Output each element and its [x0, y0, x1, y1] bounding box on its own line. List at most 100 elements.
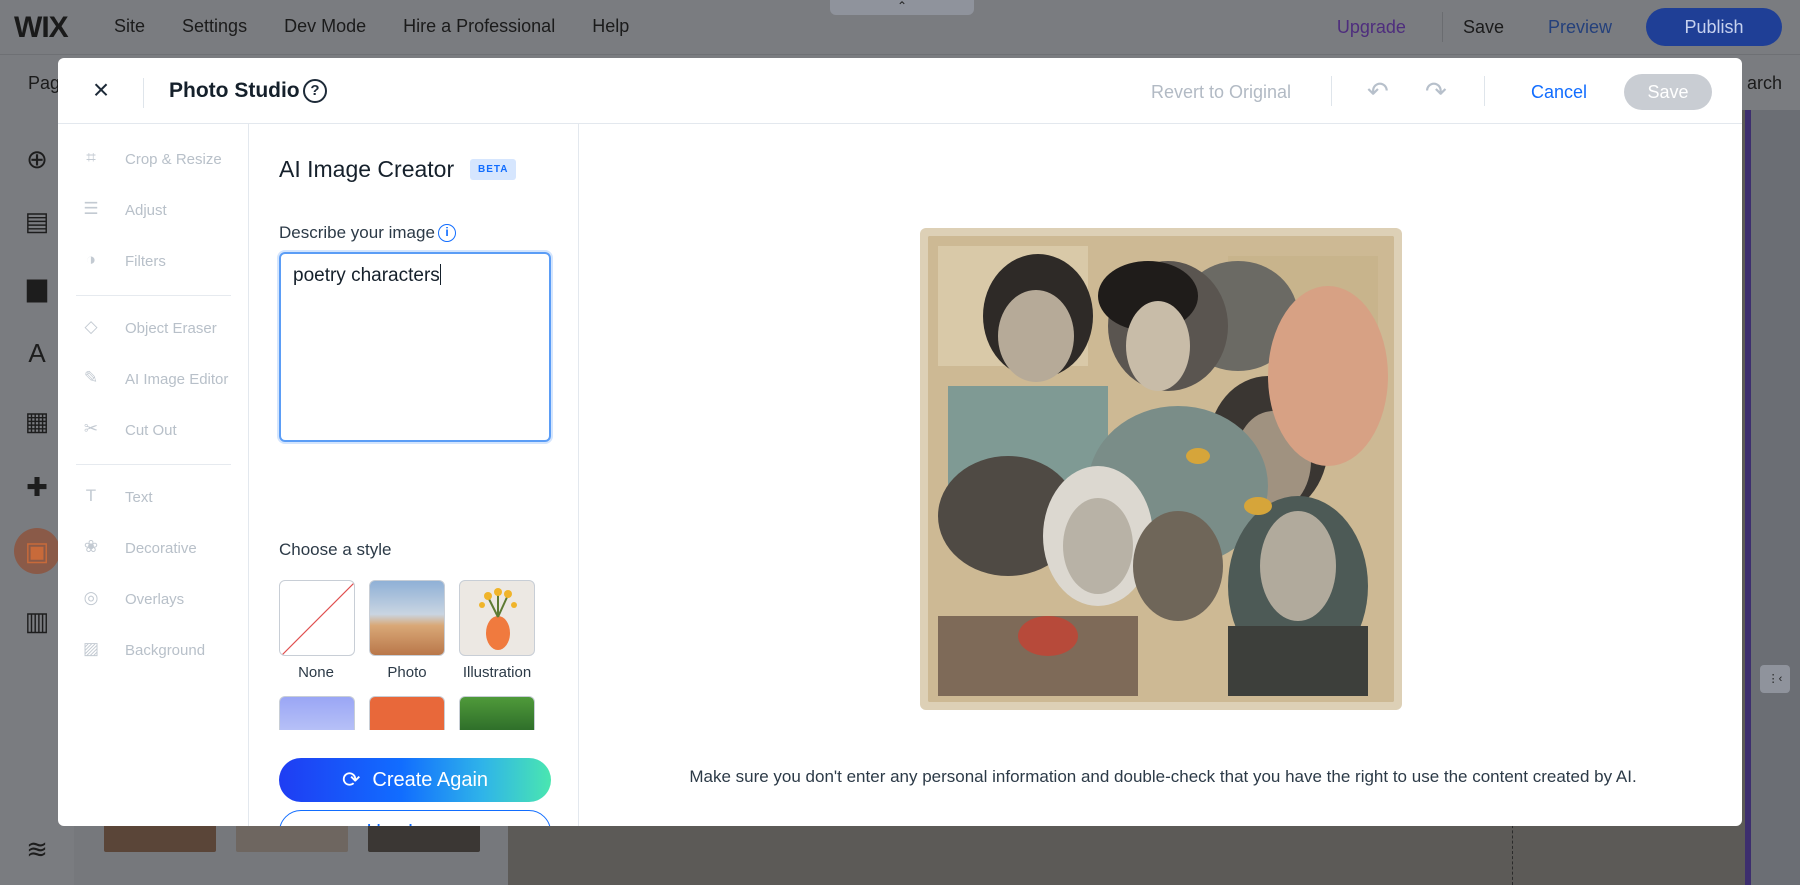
divider: [1484, 76, 1485, 106]
tool-label: Overlays: [125, 590, 185, 608]
decorative-icon: ❀: [83, 537, 99, 556]
add-elements-icon[interactable]: ⊕: [18, 140, 56, 178]
tool-label: Object Eraser: [125, 319, 217, 337]
info-icon[interactable]: i: [438, 224, 456, 242]
panel-title: AI Image Creator: [279, 156, 455, 182]
style-vector-card[interactable]: [369, 696, 445, 730]
style-name: Photo: [387, 664, 427, 681]
close-icon[interactable]: ×: [86, 76, 116, 106]
describe-label: Describe your image: [279, 223, 435, 242]
style-label: Choose a style: [279, 540, 392, 559]
tool-label: Adjust: [125, 201, 167, 219]
tool-label: Text: [125, 488, 153, 506]
tool-filters[interactable]: ◑ Filters: [80, 249, 166, 273]
canvas-edge: [1745, 110, 1751, 885]
use-image-button[interactable]: Use Image: [279, 810, 551, 826]
guide-line: [1512, 820, 1513, 885]
editor-top-bar: WIX Site Settings Dev Mode Hire a Profes…: [0, 0, 1800, 54]
pages-icon[interactable]: ▆: [18, 268, 56, 306]
tool-adjust[interactable]: ☰ Adjust: [80, 198, 167, 222]
wix-logo[interactable]: WIX: [14, 11, 69, 45]
media-icon[interactable]: ▣: [14, 528, 60, 574]
divider: [76, 464, 231, 465]
modal-header: × Photo Studio ? Revert to Original ↶ ↷ …: [58, 58, 1742, 124]
overlays-icon: ◎: [83, 588, 99, 607]
tool-background[interactable]: ▨ Background: [80, 638, 205, 662]
tool-object-eraser[interactable]: ◇ Object Eraser: [80, 316, 217, 340]
style-name: None: [298, 664, 334, 681]
scissors-icon: ✂: [83, 419, 99, 438]
theme-icon[interactable]: A: [18, 334, 56, 372]
modal-title: Photo Studio: [169, 79, 300, 102]
eraser-icon: ◇: [84, 317, 98, 336]
undo-icon[interactable]: ↶: [1367, 76, 1389, 107]
generated-image[interactable]: [928, 236, 1394, 702]
cancel-button[interactable]: Cancel: [1531, 82, 1587, 103]
editor-save-button[interactable]: Save: [1463, 17, 1504, 38]
divider: [1331, 76, 1332, 106]
crop-icon: ⌗: [86, 148, 96, 167]
style-name: Illustration: [462, 664, 532, 681]
tool-ai-image-editor[interactable]: ✎ AI Image Editor: [80, 367, 229, 391]
flower-vase-icon: [479, 588, 517, 650]
save-button[interactable]: Save: [1624, 74, 1712, 110]
layers-icon[interactable]: ≋: [18, 830, 56, 868]
tool-overlays[interactable]: ◎ Overlays: [80, 587, 185, 611]
tool-label: AI Image Editor: [125, 370, 229, 388]
tool-label: Background: [125, 641, 206, 659]
tools-sidebar: ⌗ Crop & Resize ☰ Adjust ◑ Filters ◇ Object …: [58, 124, 249, 826]
sections-icon[interactable]: ▤: [18, 202, 56, 240]
tool-label: Cut Out: [125, 421, 177, 439]
search-menu[interactable]: arch: [1747, 73, 1782, 94]
create-again-label: Create Again: [372, 768, 489, 791]
canvas-side-handle[interactable]: ⋮‹: [1760, 665, 1790, 693]
prompt-textarea[interactable]: poetry characters: [279, 252, 551, 442]
tool-label: Filters: [125, 252, 166, 270]
sliders-icon: ☰: [83, 199, 99, 218]
redo-icon[interactable]: ↷: [1425, 76, 1447, 107]
tool-crop-resize[interactable]: ⌗ Crop & Resize: [80, 147, 222, 171]
nav-site[interactable]: Site: [114, 16, 145, 37]
nav-hire-professional[interactable]: Hire a Professional: [403, 16, 555, 37]
ai-image-creator-panel: AI Image Creator BETA Describe your imag…: [249, 124, 579, 826]
cms-icon[interactable]: ▥: [18, 602, 56, 640]
help-icon[interactable]: ?: [303, 79, 327, 103]
background-icon: ▨: [82, 639, 100, 658]
tool-decorative[interactable]: ❀ Decorative: [80, 536, 197, 560]
text-icon: T: [85, 486, 97, 505]
nav-dev-mode[interactable]: Dev Mode: [284, 16, 366, 37]
tool-cut-out[interactable]: ✂ Cut Out: [80, 418, 177, 442]
photo-studio-modal: × Photo Studio ? Revert to Original ↶ ↷ …: [58, 58, 1742, 826]
divider: [76, 295, 231, 296]
style-photo-card[interactable]: [369, 580, 445, 656]
apps-icon[interactable]: ▦: [18, 402, 56, 440]
refresh-icon: ⟳: [341, 767, 361, 792]
publish-button[interactable]: Publish: [1646, 8, 1782, 46]
divider: [143, 78, 144, 108]
nav-help[interactable]: Help: [592, 16, 629, 37]
style-3d-card[interactable]: [279, 696, 355, 730]
ai-edit-icon: ✎: [83, 368, 99, 387]
revert-to-original-button[interactable]: Revert to Original: [1151, 82, 1291, 103]
plugins-icon[interactable]: ✚: [18, 468, 56, 506]
text-caret: [439, 264, 441, 285]
none-slash-icon: [281, 582, 354, 655]
create-again-button[interactable]: ⟳ Create Again: [279, 758, 551, 802]
tool-label: Decorative: [125, 539, 197, 557]
divider: [1441, 12, 1443, 42]
upgrade-link[interactable]: Upgrade: [1337, 17, 1406, 38]
ai-disclaimer: Make sure you don't enter any personal i…: [689, 767, 1637, 786]
tool-text[interactable]: T Text: [80, 485, 153, 509]
style-illustration-card[interactable]: [459, 580, 535, 656]
style-painting-card[interactable]: [459, 696, 535, 730]
top-collapse-handle[interactable]: ⌃: [830, 0, 974, 15]
generated-image-frame: [920, 228, 1402, 710]
beta-badge: BETA: [470, 159, 517, 180]
style-none-card[interactable]: [279, 580, 355, 656]
nav-settings[interactable]: Settings: [182, 16, 247, 37]
pages-menu[interactable]: Pag: [28, 73, 60, 94]
editor-preview-button[interactable]: Preview: [1548, 17, 1612, 38]
filters-icon: ◑: [85, 250, 97, 269]
tool-label: Crop & Resize: [125, 150, 222, 168]
editor-top-nav: Site Settings Dev Mode Hire a Profession…: [114, 16, 666, 37]
